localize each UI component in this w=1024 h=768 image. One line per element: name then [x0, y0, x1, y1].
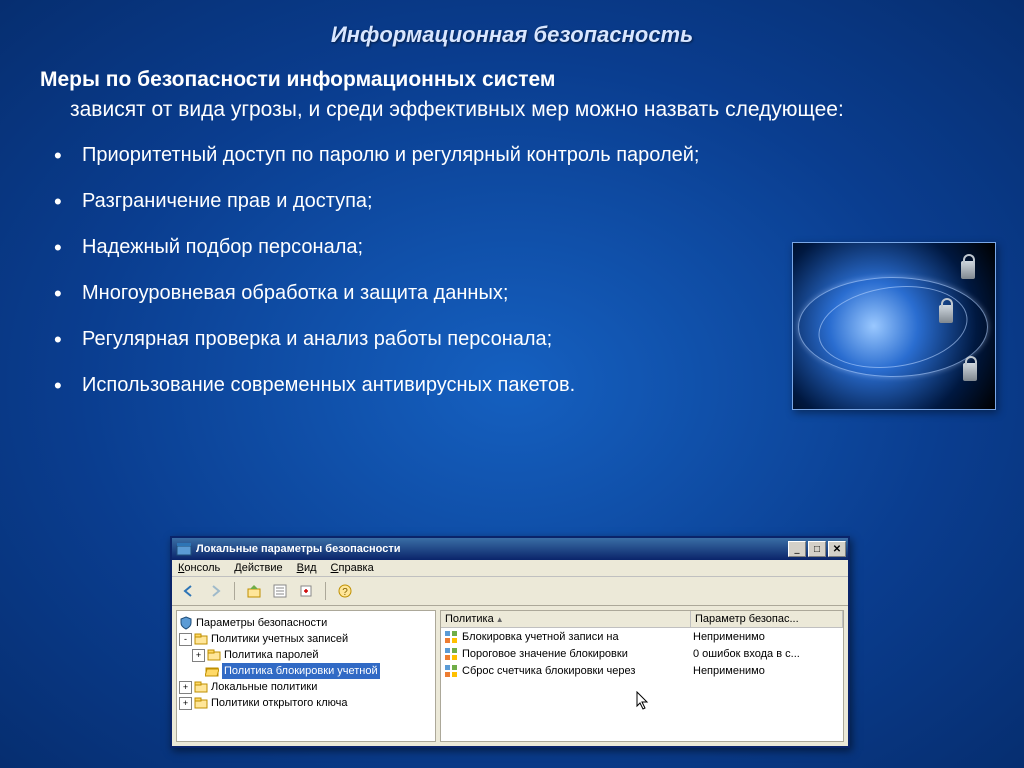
slide-title: Информационная безопасность	[0, 0, 1024, 58]
tree-pane[interactable]: Параметры безопасности - Политики учетны…	[176, 610, 436, 742]
collapse-icon[interactable]: -	[179, 633, 192, 646]
toolbar-separator	[325, 582, 326, 600]
policy-name: Блокировка учетной записи на	[462, 631, 619, 643]
list-item[interactable]: Блокировка учетной записи на Неприменимо	[441, 628, 843, 645]
maximize-button[interactable]: □	[808, 541, 826, 557]
folder-icon	[194, 696, 208, 710]
policy-value: Неприменимо	[691, 631, 843, 643]
bullet-item: Надежный подбор персонала;	[46, 234, 746, 260]
intro-text: зависят от вида угрозы, и среди эффектив…	[40, 96, 940, 124]
decorative-image-globe-locks	[792, 242, 996, 410]
tree-label: Политика блокировки учетной	[222, 663, 380, 679]
folder-open-icon	[205, 664, 219, 678]
column-security-param[interactable]: Параметр безопас...	[691, 611, 843, 627]
list-header: Политика ▲ Параметр безопас...	[441, 611, 843, 628]
menu-action[interactable]: Действие	[234, 562, 282, 574]
minimize-button[interactable]: _	[788, 541, 806, 557]
bullet-item: Многоуровневая обработка и защита данных…	[46, 280, 746, 306]
lock-icon	[963, 363, 977, 381]
toolbar-separator	[234, 582, 235, 600]
back-button[interactable]	[178, 580, 200, 602]
column-policy[interactable]: Политика ▲	[441, 611, 691, 627]
folder-icon	[194, 680, 208, 694]
bullet-item: Разграничение прав и доступа;	[46, 188, 746, 214]
column-label: Политика	[445, 613, 494, 625]
window-titlebar[interactable]: Локальные параметры безопасности _ □ ✕	[172, 538, 848, 560]
policy-icon	[443, 663, 459, 679]
folder-icon	[194, 632, 208, 646]
export-button[interactable]	[295, 580, 317, 602]
list-item[interactable]: Сброс счетчика блокировки через Непримен…	[441, 662, 843, 679]
folder-icon	[207, 648, 221, 662]
bullet-item: Регулярная проверка и анализ работы перс…	[46, 326, 746, 352]
expand-icon[interactable]: +	[179, 681, 192, 694]
help-button[interactable]: ?	[334, 580, 356, 602]
section-heading: Меры по безопасности информационных сист…	[40, 68, 984, 92]
menu-bar: Консоль Действие Вид Справка	[172, 560, 848, 577]
tree-label: Локальные политики	[211, 679, 317, 695]
tree-node-root[interactable]: Параметры безопасности	[179, 615, 433, 631]
up-button[interactable]	[243, 580, 265, 602]
sort-indicator-icon: ▲	[496, 615, 504, 624]
policy-value: Неприменимо	[691, 665, 843, 677]
lock-icon	[961, 261, 975, 279]
menu-view[interactable]: Вид	[297, 562, 317, 574]
tree-label: Политика паролей	[224, 647, 319, 663]
tree-node[interactable]: + Политики открытого ключа	[179, 695, 433, 711]
expand-icon[interactable]: +	[179, 697, 192, 710]
bullet-item: Приоритетный доступ по паролю и регулярн…	[46, 142, 746, 168]
bullet-item: Использование современных антивирусных п…	[46, 372, 746, 398]
menu-console[interactable]: Консоль	[178, 562, 220, 574]
policy-icon	[443, 646, 459, 662]
tree-label: Политики учетных записей	[211, 631, 348, 647]
policy-value: 0 ошибок входа в с...	[691, 648, 843, 660]
app-icon	[176, 541, 192, 557]
svg-text:?: ?	[342, 587, 348, 598]
tree-label: Параметры безопасности	[196, 615, 327, 631]
policy-name: Сброс счетчика блокировки через	[462, 665, 635, 677]
tree-node[interactable]: - Политики учетных записей	[179, 631, 433, 647]
close-button[interactable]: ✕	[828, 541, 846, 557]
expand-icon[interactable]: +	[192, 649, 205, 662]
policy-icon	[443, 629, 459, 645]
shield-icon	[179, 616, 193, 630]
lock-icon	[939, 305, 953, 323]
tree-node-selected[interactable]: Политика блокировки учетной	[179, 663, 433, 679]
policy-name: Пороговое значение блокировки	[462, 648, 628, 660]
window-body: Параметры безопасности - Политики учетны…	[172, 606, 848, 746]
window-title-text: Локальные параметры безопасности	[196, 543, 786, 555]
toolbar: ?	[172, 577, 848, 606]
security-settings-window: Локальные параметры безопасности _ □ ✕ К…	[170, 536, 850, 748]
tree-node[interactable]: + Локальные политики	[179, 679, 433, 695]
forward-button[interactable]	[204, 580, 226, 602]
list-pane: Политика ▲ Параметр безопас... Блокировк…	[440, 610, 844, 742]
properties-button[interactable]	[269, 580, 291, 602]
menu-help[interactable]: Справка	[331, 562, 374, 574]
tree-node[interactable]: + Политика паролей	[179, 647, 433, 663]
tree-label: Политики открытого ключа	[211, 695, 347, 711]
list-item[interactable]: Пороговое значение блокировки 0 ошибок в…	[441, 645, 843, 662]
list-rows: Блокировка учетной записи на Неприменимо…	[441, 628, 843, 741]
